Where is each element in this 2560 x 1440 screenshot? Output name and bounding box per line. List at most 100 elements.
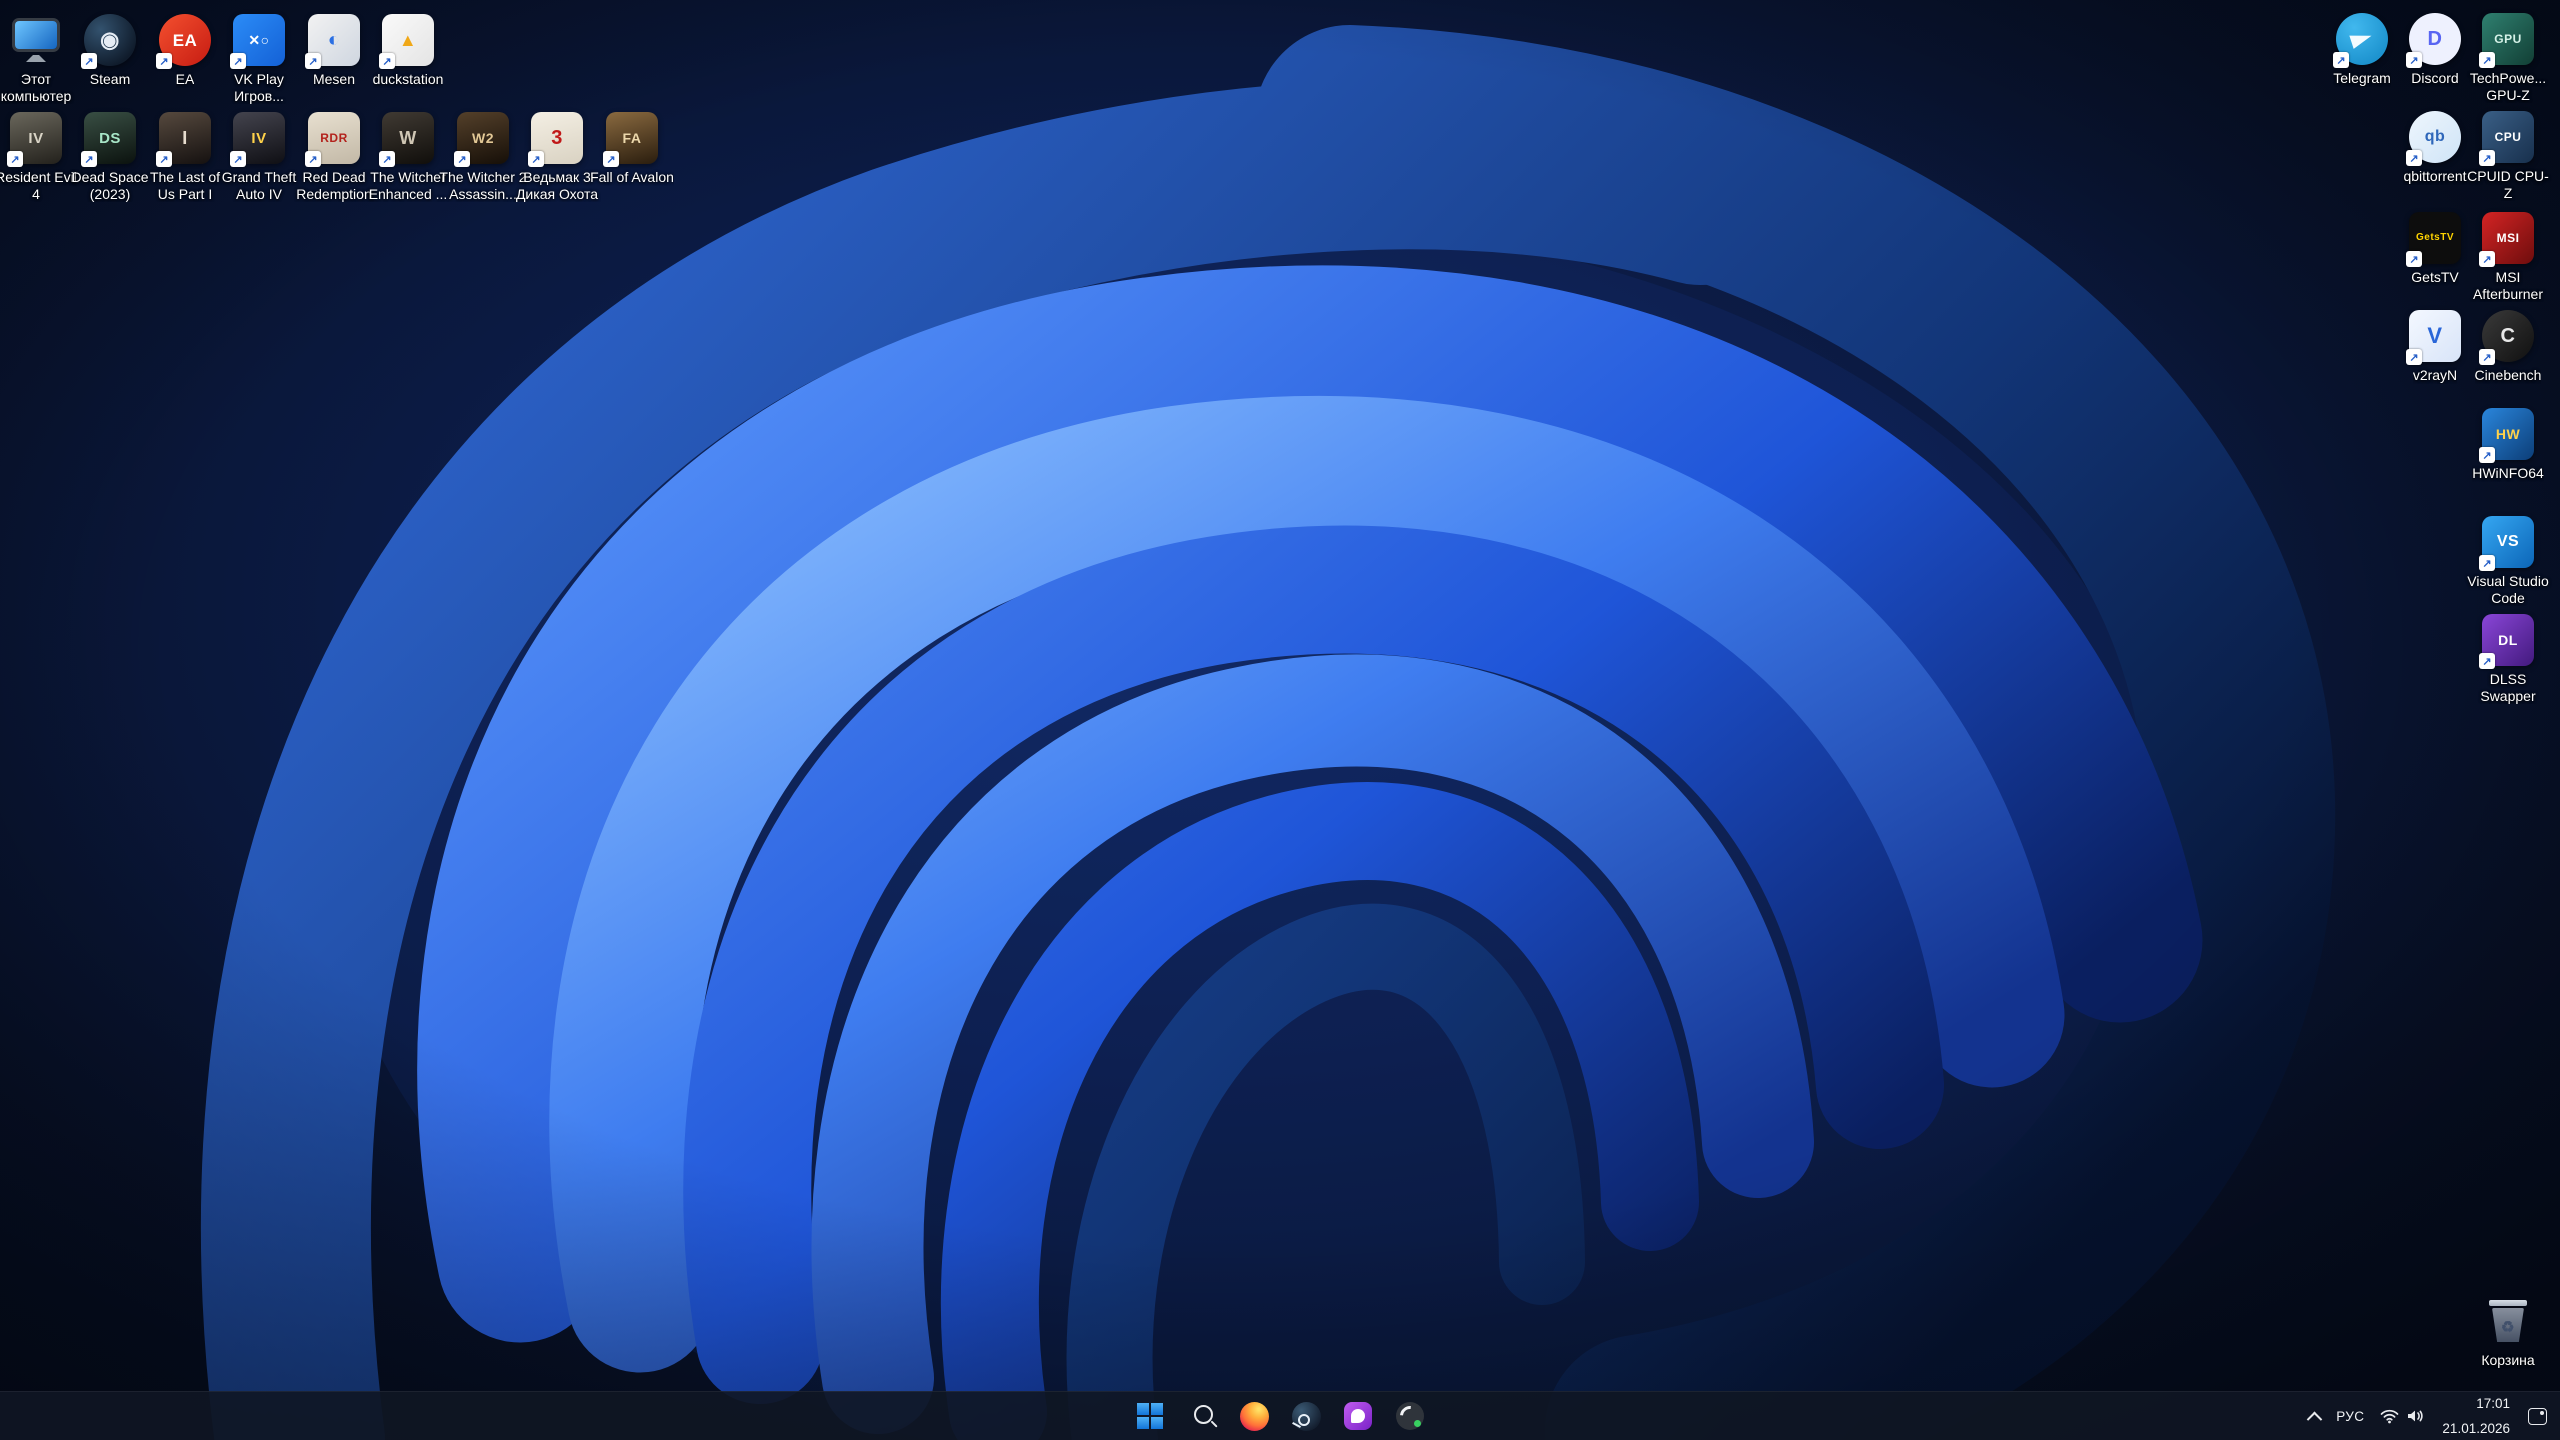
taskbar-steam-button[interactable] [1284, 1396, 1328, 1436]
shortcut-arrow-overlay: ↗ [528, 151, 544, 167]
search-icon [1194, 1405, 1213, 1424]
shortcut-arrow-overlay: ↗ [81, 53, 97, 69]
shortcut-arrow-overlay: ↗ [2479, 555, 2495, 571]
hwinfo64-icon: HW↗ [2482, 408, 2534, 460]
shortcut-arrow-overlay: ↗ [2406, 349, 2422, 365]
vk-play-icon: ✕○↗ [233, 14, 285, 66]
shortcut-arrow-overlay: ↗ [2333, 52, 2349, 68]
ea-icon: EA↗ [159, 14, 211, 66]
desktop-icon-fall-of-avalon[interactable]: FA↗ Fall of Avalon [587, 112, 677, 186]
icon-glyph: FA [623, 131, 642, 145]
icon-glyph: IV [28, 131, 43, 146]
shortcut-arrow-overlay: ↗ [230, 151, 246, 167]
shortcut-arrow-overlay: ↗ [2406, 251, 2422, 267]
start-button[interactable] [1128, 1396, 1172, 1436]
shortcut-arrow-overlay: ↗ [2479, 52, 2495, 68]
fall-of-avalon-cover-icon: FA↗ [606, 112, 658, 164]
qbittorrent-icon: qb↗ [2409, 111, 2461, 163]
shortcut-arrow-overlay: ↗ [2479, 251, 2495, 267]
shortcut-arrow-overlay: ↗ [379, 151, 395, 167]
shortcut-arrow-overlay: ↗ [81, 151, 97, 167]
tray-hidden-icons-button[interactable] [2302, 1396, 2327, 1436]
desktop-icon-label: GetsTV [2411, 269, 2458, 286]
icon-glyph: 3 [551, 128, 563, 148]
desktop-icon-hwinfo64[interactable]: HW↗ HWiNFO64 [2463, 408, 2553, 482]
desktop-icon-label: CPUID CPU-Z [2464, 168, 2552, 201]
witcher-1-cover-icon: W↗ [382, 112, 434, 164]
desktop-icon-cpu-z[interactable]: CPU↗ CPUID CPU-Z [2463, 111, 2553, 201]
taskbar-chat-app-button[interactable] [1336, 1396, 1380, 1436]
desktop-icon-label: Корзина [2481, 1352, 2534, 1369]
clock[interactable]: 17:01 21.01.2026 [2433, 1396, 2519, 1436]
icon-glyph: ♻ [2501, 1320, 2515, 1335]
desktop-icon-vscode[interactable]: VS↗ Visual Studio Code [2463, 516, 2553, 606]
vpn-app-icon [1396, 1402, 1424, 1430]
gta-iv-cover-icon: IV↗ [233, 112, 285, 164]
chat-app-icon [1344, 1402, 1372, 1430]
chevron-up-icon [2307, 1411, 2323, 1427]
duckstation-icon: ▲↗ [382, 14, 434, 66]
icon-glyph: GetsTV [2416, 233, 2454, 243]
taskbar-center-group [1128, 1392, 1432, 1440]
msi-afterburner-icon: MSI↗ [2482, 212, 2534, 264]
language-indicator[interactable]: РУС [2329, 1396, 2371, 1436]
desktop-icon-gpu-z[interactable]: GPU↗TechPowe... GPU-Z [2463, 13, 2553, 103]
desktop-icon-label: Mesen [313, 71, 355, 88]
search-button[interactable] [1180, 1396, 1224, 1436]
desktop-icon-recycle-bin[interactable]: ♻ Корзина [2463, 1295, 2553, 1369]
icon-glyph: DS [99, 131, 121, 146]
desktop-icon-cinebench[interactable]: C↗Cinebench [2463, 310, 2553, 384]
icon-glyph: HW [2496, 427, 2520, 441]
desktop-icon-label: HWiNFO64 [2472, 465, 2544, 482]
telegram-icon: ↗ [2336, 13, 2388, 65]
system-tray: РУС 17:01 21.01.2026 [2302, 1392, 2554, 1440]
mesen-icon: ◐↗ [308, 14, 360, 66]
network-volume-button[interactable] [2373, 1396, 2431, 1436]
notification-center-button[interactable] [2521, 1396, 2554, 1436]
shortcut-arrow-overlay: ↗ [2406, 52, 2422, 68]
v2rayn-icon: V↗ [2409, 310, 2461, 362]
icon-glyph: EA [173, 32, 198, 49]
desktop-icon-label: duckstation [373, 71, 444, 88]
shortcut-arrow-overlay: ↗ [230, 53, 246, 69]
icon-glyph: C [2501, 326, 2516, 346]
dlss-swapper-icon: DL↗ [2482, 614, 2534, 666]
icon-glyph: CPU [2495, 131, 2522, 143]
desktop-icon-dlss-swapper[interactable]: DL↗ DLSS Swapper [2463, 614, 2553, 704]
shortcut-arrow-overlay: ↗ [2479, 653, 2495, 669]
notification-icon [2528, 1408, 2547, 1425]
taskbar-vpn-app-button[interactable] [1388, 1396, 1432, 1436]
desktop[interactable]: Этот компьютер◉↗SteamEA↗EA✕○↗VK Play Игр… [0, 0, 2560, 1440]
cpu-z-icon: CPU↗ [2482, 111, 2534, 163]
dead-space-cover-icon: DS↗ [84, 112, 136, 164]
desktop-icon-duckstation[interactable]: ▲↗ duckstation [363, 14, 453, 88]
witcher-3-cover-icon: 3↗ [531, 112, 583, 164]
getstv-icon: GetsTV ↗ [2409, 212, 2461, 264]
desktop-icon-label: v2rayN [2413, 367, 2457, 384]
desktop-icon-label: DLSS Swapper [2464, 671, 2552, 704]
desktop-icon-label: qbittorrent [2403, 168, 2466, 185]
desktop-icon-label: Fall of Avalon [590, 169, 674, 186]
taskbar-firefox-button[interactable] [1232, 1396, 1276, 1436]
steam-icon: ◉↗ [84, 14, 136, 66]
gpu-z-icon: GPU↗ [2482, 13, 2534, 65]
icon-glyph: ▲ [399, 31, 417, 49]
tray-time: 17:01 [2476, 1395, 2510, 1413]
tray-date: 21.01.2026 [2442, 1420, 2510, 1438]
last-of-us-cover-icon: I↗ [159, 112, 211, 164]
shortcut-arrow-overlay: ↗ [454, 151, 470, 167]
icon-glyph: ◉ [100, 29, 120, 51]
volume-icon [2406, 1409, 2424, 1423]
recycle-bin-icon: ♻ [2482, 1295, 2534, 1347]
desktop-icon-label: Visual Studio Code [2464, 573, 2552, 606]
desktop-icon-msi-afterburner[interactable]: MSI↗MSI Afterburner [2463, 212, 2553, 302]
firefox-icon [1240, 1402, 1269, 1431]
taskbar: РУС 17:01 21.01.2026 [0, 1391, 2560, 1440]
shortcut-arrow-overlay: ↗ [379, 53, 395, 69]
icon-glyph: W2 [472, 131, 494, 145]
shortcut-arrow-overlay: ↗ [305, 151, 321, 167]
desktop-icons-layer: Этот компьютер◉↗SteamEA↗EA✕○↗VK Play Игр… [0, 0, 2560, 1440]
vscode-icon: VS↗ [2482, 516, 2534, 568]
icon-glyph: VS [2497, 534, 2519, 550]
desktop-icon-label: Steam [90, 71, 130, 88]
